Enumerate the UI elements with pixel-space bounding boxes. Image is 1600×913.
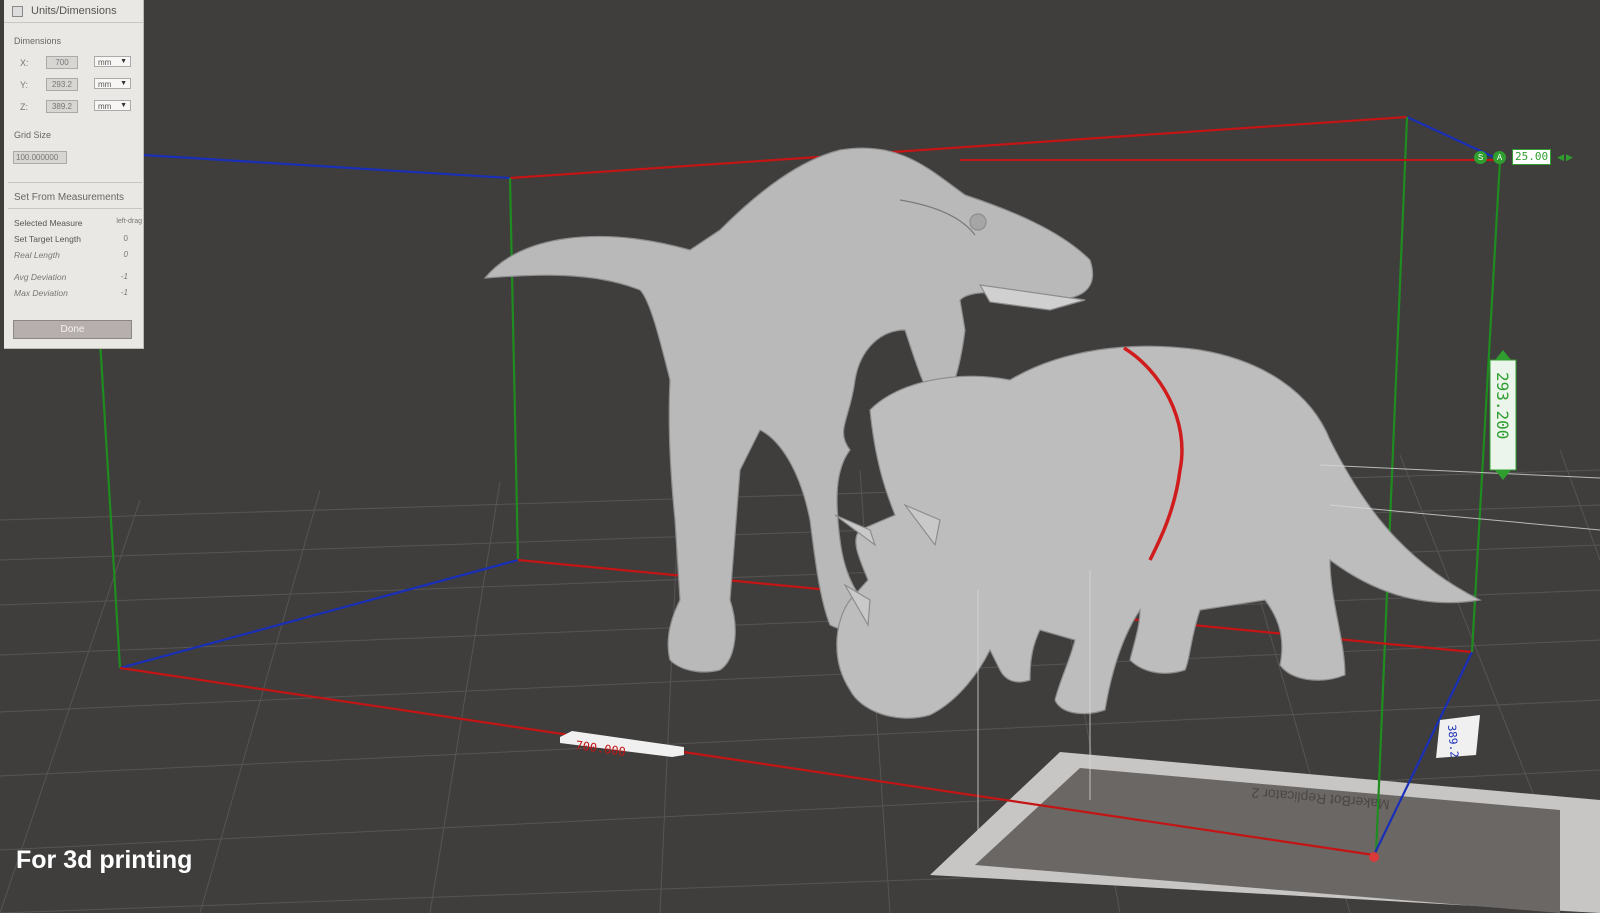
avg-deviation-row: Avg Deviation -1 [14,272,142,282]
grid-size-label: Grid Size [14,130,52,140]
arrow-left-icon[interactable]: ◀ [1557,152,1564,163]
y-input[interactable]: 293.2 [46,78,78,91]
y-label: Y: [20,80,29,90]
arrow-right-icon[interactable]: ▶ [1566,152,1573,163]
z-length-label: 293.200 [1489,350,1517,480]
set-target-length-value[interactable]: 0 [124,234,128,243]
dimension-z-row: Z: 389.2 mm ▼ [14,100,139,114]
divider [8,208,142,209]
absolute-toggle[interactable]: A [1493,150,1506,164]
set-target-length-label: Set Target Length [14,234,81,244]
view-hud: S A 25.00 ◀ ▶ [1474,149,1573,165]
selected-measure-label: Selected Measure [14,218,83,228]
y-unit-select[interactable]: mm ▼ [94,78,131,89]
svg-text:293.200: 293.200 [1493,372,1512,439]
dimension-x-row: X: 700 mm ▼ [14,56,139,70]
max-deviation-row: Max Deviation -1 [14,288,142,298]
max-deviation-label: Max Deviation [14,288,68,298]
snap-toggle[interactable]: S [1474,150,1487,164]
done-button[interactable]: Done [13,320,132,339]
set-target-length-row: Set Target Length 0 [14,234,142,244]
z-input[interactable]: 389.2 [46,100,78,113]
dimensions-label: Dimensions [14,36,62,46]
units-dimensions-panel: Units/Dimensions Dimensions X: 700 mm ▼ Y… [4,0,144,349]
dropdown-arrow-icon: ▼ [120,58,127,65]
y-length-label: 389.2 [1436,715,1480,758]
scene-svg[interactable]: MakerBot Replicator 2 700.000 293.200 38… [0,0,1600,913]
selected-measure-row: Selected Measure left-drag [14,218,142,228]
z-label: Z: [20,102,28,112]
hud-value-field[interactable]: 25.00 [1512,149,1552,165]
selected-measure-value[interactable]: left-drag [116,218,142,225]
real-length-label: Real Length [14,250,60,260]
real-length-value: 0 [123,250,128,259]
3d-viewport[interactable]: MakerBot Replicator 2 700.000 293.200 38… [0,0,1600,913]
dimension-y-row: Y: 293.2 mm ▼ [14,78,139,92]
x-label: X: [20,58,29,68]
dropdown-arrow-icon: ▼ [120,102,127,109]
caption: For 3d printing [16,846,193,874]
max-deviation-value: -1 [120,288,128,297]
grid-size-input[interactable]: 100.000000 [13,151,67,164]
divider [8,182,142,183]
origin-marker [1369,852,1379,862]
build-plate: MakerBot Replicator 2 [930,752,1600,913]
panel-title: Units/Dimensions [31,5,117,17]
avg-deviation-value: -1 [120,272,128,281]
real-length-row: Real Length 0 [14,250,142,260]
panel-icon [12,5,23,17]
panel-titlebar: Units/Dimensions [4,0,143,23]
x-unit-select[interactable]: mm ▼ [94,56,131,67]
z-unit-select[interactable]: mm ▼ [94,100,131,111]
dropdown-arrow-icon: ▼ [120,80,127,87]
x-input[interactable]: 700 [46,56,78,69]
set-from-measurements-label: Set From Measurements [14,192,125,203]
avg-deviation-label: Avg Deviation [14,272,67,282]
x-length-label: 700.000 [560,731,684,759]
